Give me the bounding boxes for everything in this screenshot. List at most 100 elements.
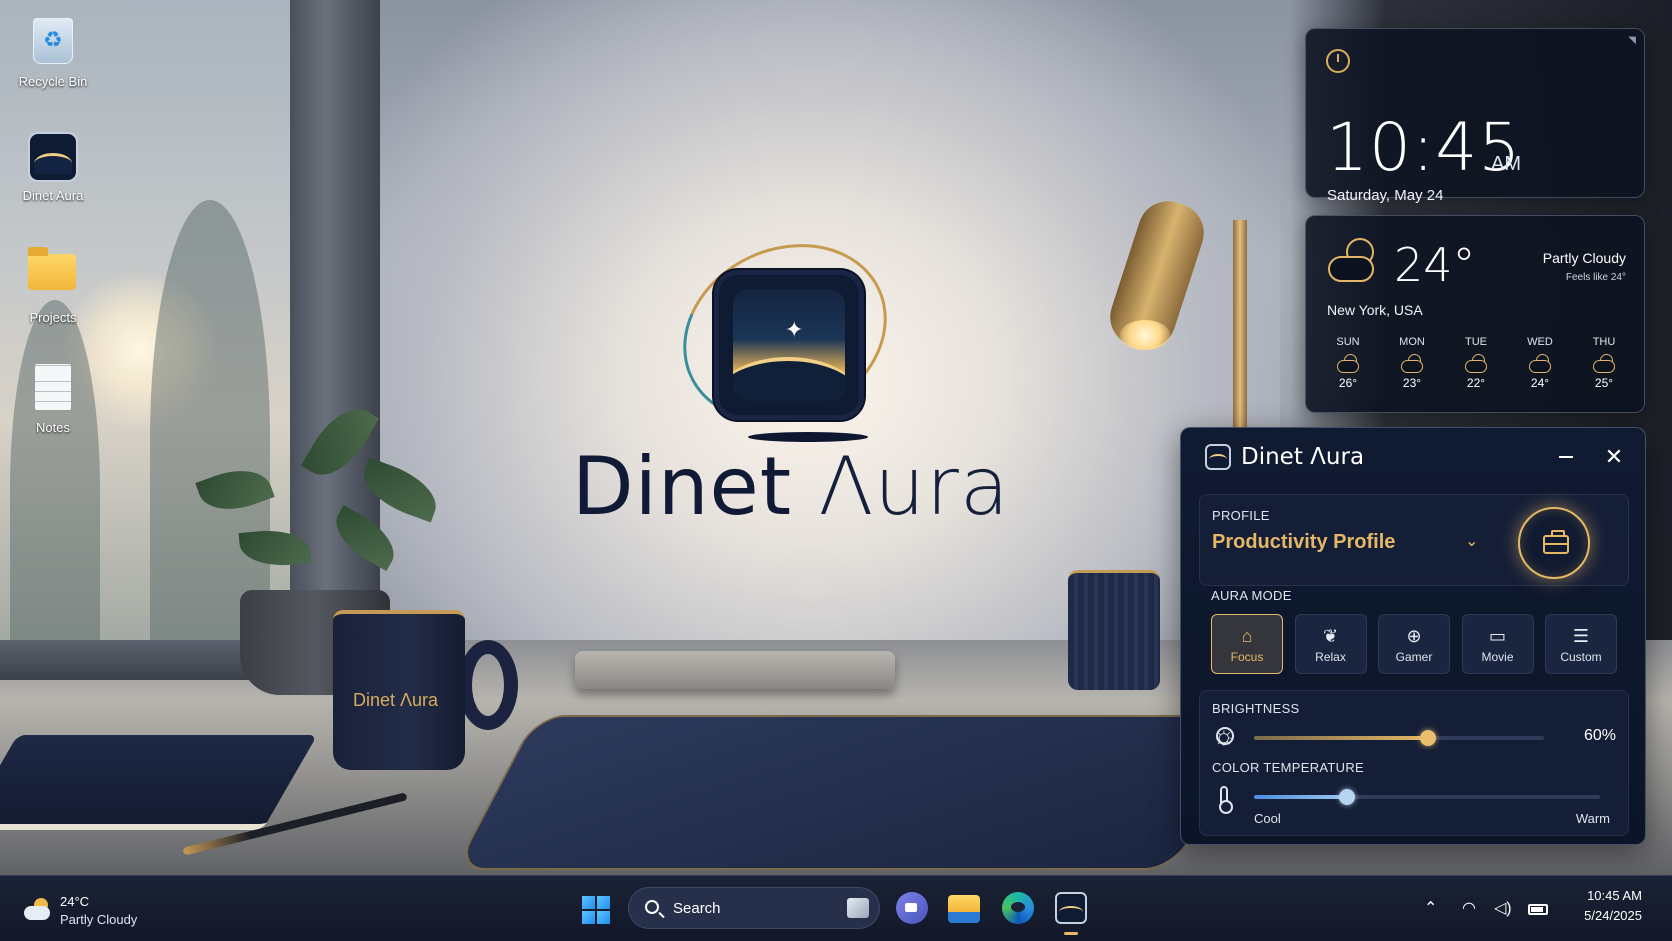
pin-icon[interactable]: ◥ [1628, 35, 1636, 46]
taskbar-weather[interactable]: 24°C Partly Cloudy [20, 890, 200, 930]
chevron-down-icon[interactable]: ⌄ [1465, 531, 1487, 553]
partly-cloudy-icon [24, 898, 52, 920]
warm-label: Warm [1575, 811, 1610, 826]
display-settings-card: BRIGHTNESS 60% COLOR TEMPERATURE Cool Wa… [1199, 690, 1629, 836]
aura-mode-label: AURA MODE [1211, 588, 1292, 603]
taskbar-chat-app[interactable] [896, 892, 928, 924]
mug-logo-text: Dinet Λura [353, 690, 439, 710]
mode-movie-button[interactable]: ▭ Movie [1461, 614, 1534, 674]
forecast-day: SUN 26° [1336, 336, 1360, 390]
thermometer-icon [1219, 786, 1233, 814]
brightness-icon [1212, 720, 1236, 750]
mode-relax-button[interactable]: ❦ Relax [1294, 614, 1367, 674]
desktop-icon-notes[interactable]: Notes [5, 364, 101, 435]
sliders-icon: ☰ [1572, 626, 1590, 646]
color-temperature-slider-fill [1254, 795, 1348, 799]
desktop-icon-dinet-aura[interactable]: Dinet Aura [5, 132, 101, 203]
clock-ampm: AM [1491, 153, 1521, 175]
taskbar-file-explorer[interactable] [948, 895, 980, 923]
taskbar-edge-browser[interactable] [1002, 892, 1034, 924]
taskbar-time[interactable]: 10:45 AM [1587, 888, 1642, 903]
search-icon [645, 900, 659, 914]
logo-word-light: Λura [818, 440, 1010, 533]
logo-word-bold: Dinet [572, 440, 793, 533]
desktop-icon-projects[interactable]: Projects [5, 246, 101, 325]
aura-mode-selector: ⌂ Focus ❦ Relax ⊕ Gamer ▭ Movie ☰ Custom [1211, 614, 1617, 674]
window-view [0, 0, 300, 680]
mode-focus-button[interactable]: ⌂ Focus [1211, 614, 1283, 674]
window-frame [290, 0, 380, 680]
weather-forecast: SUN 26° MON 23° TUE 22° WED 24° THU 25° [1318, 336, 1634, 390]
taskbar-weather-condition: Partly Cloudy [60, 912, 138, 927]
brightness-label: BRIGHTNESS [1212, 701, 1300, 716]
weather-condition: Partly Cloudy [1542, 250, 1626, 266]
minimize-button[interactable] [1551, 442, 1581, 472]
clock-icon [1326, 49, 1350, 73]
profile-label: PROFILE [1212, 508, 1270, 523]
weather-feels-like: Feels like 24° [1565, 272, 1626, 283]
brightness-slider-thumb[interactable] [1420, 730, 1436, 746]
dinet-aura-app-icon [1205, 444, 1231, 470]
active-app-indicator [1064, 932, 1078, 935]
mode-gamer-button[interactable]: ⊕ Gamer [1378, 614, 1450, 674]
desktop-icon-recycle-bin[interactable]: Recycle Bin [5, 18, 101, 89]
forecast-day: TUE 22° [1465, 336, 1487, 390]
color-temperature-label: COLOR TEMPERATURE [1212, 760, 1364, 775]
taskbar-search[interactable]: Search [628, 887, 880, 929]
folder-icon [28, 247, 76, 290]
task-view-icon[interactable] [847, 898, 869, 918]
search-placeholder: Search [673, 900, 721, 917]
start-button[interactable] [582, 896, 610, 924]
mode-custom-button[interactable]: ☰ Custom [1545, 614, 1617, 674]
desktop-icon-label: Projects [29, 310, 77, 325]
volume-icon[interactable]: ◁) [1494, 898, 1512, 918]
wifi-icon[interactable]: ◠ [1462, 898, 1476, 918]
brightness-slider[interactable] [1254, 730, 1544, 746]
desktop-icon-label: Recycle Bin [18, 74, 88, 89]
desk-pad [453, 715, 1257, 870]
desktop-icon-label: Dinet Aura [22, 188, 84, 203]
clock-widget[interactable]: ◥ 10:45 AM Saturday, May 24 [1305, 28, 1645, 204]
forecast-day: WED 24° [1527, 336, 1553, 390]
wallpaper-logo-text: Dinet Λura [572, 440, 1012, 533]
close-icon: ✕ [1604, 444, 1624, 469]
mug-handle [458, 640, 518, 730]
desktop-icon-label: Notes [36, 420, 70, 435]
partly-cloudy-icon [1529, 354, 1551, 373]
clock-date: Saturday, May 24 [1327, 187, 1444, 204]
profile-icon-button[interactable] [1518, 507, 1590, 579]
partly-cloudy-icon [1326, 236, 1382, 286]
partly-cloudy-icon [1593, 354, 1615, 373]
brightness-slider-fill [1254, 736, 1428, 740]
taskbar-dinet-aura[interactable] [1055, 892, 1087, 924]
panel-title: Dinet Λura [1241, 444, 1365, 470]
dinet-aura-panel: Dinet Λura ✕ PROFILE Productivity Profil… [1180, 427, 1646, 845]
taskbar-date[interactable]: 5/24/2025 [1584, 908, 1642, 923]
battery-icon[interactable] [1528, 904, 1548, 915]
show-hidden-icons-chevron[interactable]: ⌃ [1424, 898, 1437, 918]
notebook [0, 735, 318, 830]
weather-widget[interactable]: 24° Partly Cloudy Feels like 24° New Yor… [1305, 215, 1645, 413]
profile-dropdown[interactable]: Productivity Profile [1212, 531, 1395, 554]
leaf-icon: ❦ [1322, 626, 1339, 646]
tree [10, 300, 100, 680]
monitor-icon: ▭ [1488, 626, 1506, 646]
forecast-day: MON 23° [1399, 336, 1425, 390]
close-button[interactable]: ✕ [1599, 442, 1629, 472]
closed-laptop [575, 651, 895, 689]
dinet-aura-app-icon [28, 132, 78, 182]
color-temperature-slider[interactable] [1254, 789, 1600, 805]
briefcase-icon [1543, 530, 1569, 554]
pen-cup [1068, 570, 1160, 690]
forecast-day: THU 25° [1592, 336, 1616, 390]
brightness-value: 60% [1583, 727, 1616, 744]
weather-temperature: 24° [1394, 238, 1476, 292]
profile-card: PROFILE Productivity Profile ⌄ [1199, 494, 1629, 586]
partly-cloudy-icon [1337, 354, 1359, 373]
weather-location: New York, USA [1327, 302, 1423, 318]
desk-lamp-light [1120, 320, 1170, 350]
focus-icon: ⌂ [1241, 626, 1253, 646]
taskbar: 24°C Partly Cloudy Search ⌃ ◠ ◁) 10:45 A… [0, 875, 1672, 941]
color-temperature-slider-thumb[interactable] [1339, 789, 1356, 805]
text-document-icon [35, 364, 71, 410]
